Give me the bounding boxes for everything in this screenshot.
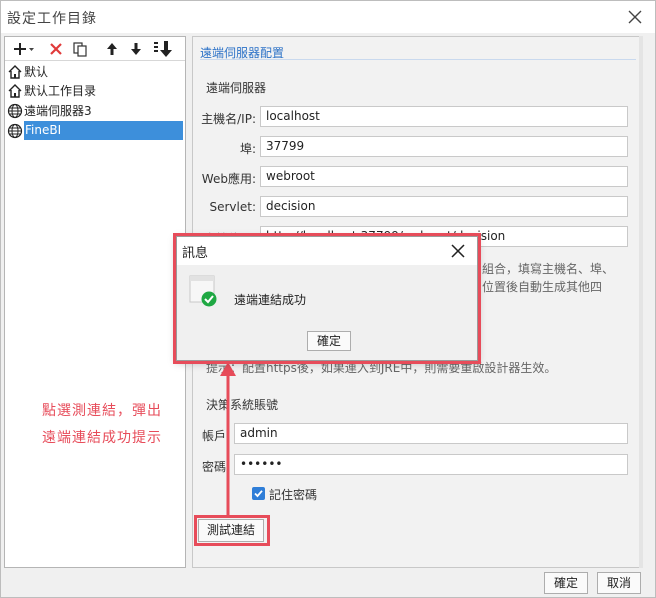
- annotation-arrow: [220, 362, 236, 518]
- globe-icon: [7, 123, 23, 138]
- globe-icon: [7, 103, 23, 118]
- check-icon: [254, 490, 263, 498]
- tree-item-default-workdir[interactable]: 默认工作目录: [7, 81, 185, 100]
- delete-button[interactable]: [45, 38, 67, 60]
- move-bottom-icon: [154, 41, 172, 57]
- tree-item-label: 默认工作目录: [24, 84, 97, 98]
- tree-item-label: 遠端伺服器3: [24, 104, 92, 118]
- webapp-input[interactable]: webroot: [260, 166, 628, 187]
- copy-button[interactable]: [69, 38, 91, 60]
- servlet-label: Servlet:: [209, 200, 257, 214]
- add-button[interactable]: [11, 38, 37, 60]
- directory-toolbar: [5, 37, 185, 61]
- home-icon: [8, 64, 22, 79]
- dialog-highlight: [173, 233, 481, 364]
- move-up-icon: [107, 43, 117, 55]
- host-input[interactable]: localhost: [260, 106, 628, 127]
- section-divider: [200, 59, 636, 60]
- directory-panel: 默认 默认工作目录 遠端伺服器3 FineBI: [4, 36, 186, 568]
- password-input[interactable]: ••••••: [234, 454, 628, 475]
- tree-item-remote-server-3[interactable]: 遠端伺服器3: [7, 101, 185, 120]
- annotation-line-1: 點選測連結，彈出: [42, 403, 162, 419]
- remember-password-label: 記住密碼: [269, 488, 318, 502]
- move-bottom-button[interactable]: [151, 38, 177, 60]
- title-bar: 設定工作目錄: [1, 1, 655, 33]
- webapp-label: Web應用:: [201, 172, 256, 186]
- close-icon[interactable]: [623, 5, 647, 29]
- move-down-icon: [131, 43, 141, 55]
- move-up-button[interactable]: [101, 38, 123, 60]
- tree-item-label: 默认: [24, 65, 49, 79]
- remember-password-checkbox[interactable]: [252, 487, 265, 500]
- tree-item-default[interactable]: 默认: [7, 62, 185, 81]
- copy-icon: [73, 42, 87, 57]
- delete-icon: [50, 43, 62, 55]
- tree-item-finebi[interactable]: FineBI: [7, 121, 185, 140]
- cancel-button[interactable]: 取消: [597, 572, 641, 594]
- add-icon: [14, 43, 34, 55]
- port-label: 埠:: [239, 142, 256, 156]
- ok-button[interactable]: 確定: [544, 572, 588, 594]
- tree-item-label: FineBI: [24, 121, 183, 140]
- server-group-title: 遠端伺服器: [206, 81, 267, 95]
- config-scrollbar[interactable]: [639, 36, 643, 568]
- annotation-line-2: 遠端連結成功提示: [42, 430, 162, 446]
- home-icon: [8, 83, 22, 98]
- annotation-text: 點選測連結，彈出 遠端連結成功提示: [22, 398, 182, 452]
- host-label: 主機名/IP:: [201, 112, 256, 126]
- servlet-input[interactable]: decision: [260, 196, 628, 217]
- window-title: 設定工作目錄: [7, 11, 97, 27]
- port-input[interactable]: 37799: [260, 136, 628, 157]
- user-input[interactable]: admin: [234, 423, 628, 444]
- move-down-button[interactable]: [125, 38, 147, 60]
- hint-line-1: 組合，填寫主機名、埠、: [482, 262, 615, 276]
- hint-line-2: 位置後自動生成其他四: [482, 280, 603, 294]
